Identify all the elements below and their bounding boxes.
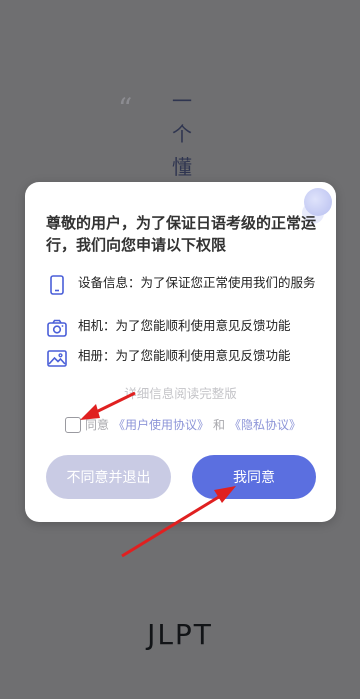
permission-text: 设备信息：为了保证您正常使用我们的服务 (78, 275, 316, 290)
open-quote-mark: “ (118, 92, 133, 125)
permission-dialog: 尊敬的用户，为了保证日语考级的正常运行，我们向您申请以下权限 设备信息：为了保证… (25, 182, 336, 522)
agreement-row: 同意 《用户使用协议》 和 《隐私协议》 (65, 416, 301, 433)
camera-icon (47, 319, 67, 337)
splash-vertical-text: 一 个 懂 (170, 85, 194, 180)
agree-checkbox[interactable] (65, 416, 81, 433)
detail-info-link[interactable]: 详细信息阅读完整版 (25, 383, 336, 402)
splash-char: 个 (172, 122, 192, 146)
splash-char: 懂 (172, 155, 192, 179)
permission-text: 相机：为了您能顺利使用意见反馈功能 (78, 318, 291, 333)
permission-camera: 相机：为了您能顺利使用意见反馈功能 (46, 317, 336, 339)
decline-exit-button[interactable]: 不同意并退出 (46, 455, 171, 499)
permission-album: 相册：为了您能顺利使用意见反馈功能 (46, 347, 336, 369)
app-logo: JLPT (147, 618, 213, 651)
splash-char: 一 (172, 89, 192, 113)
phone-icon (50, 275, 64, 295)
user-agreement-link[interactable]: 《用户使用协议》 (113, 416, 209, 433)
privacy-agreement-link[interactable]: 《隐私协议》 (229, 416, 301, 433)
permission-text: 相册：为了您能顺利使用意见反馈功能 (78, 348, 291, 363)
agree-label: 同意 (85, 418, 110, 432)
permission-device-info: 设备信息：为了保证您正常使用我们的服务 (46, 274, 336, 296)
agree-button[interactable]: 我同意 (192, 455, 316, 499)
image-icon (47, 350, 67, 367)
dialog-title: 尊敬的用户，为了保证日语考级的正常运行，我们向您申请以下权限 (46, 214, 317, 254)
and-label: 和 (213, 418, 226, 432)
